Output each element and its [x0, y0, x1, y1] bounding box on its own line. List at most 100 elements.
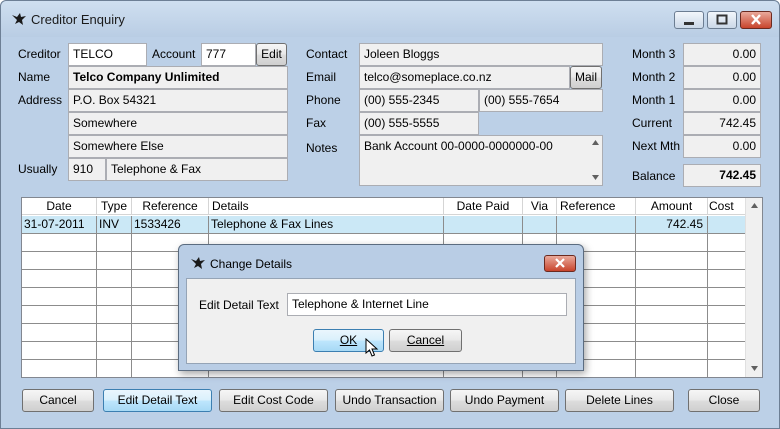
col-header-reference[interactable]: Reference	[132, 198, 209, 214]
scroll-up-icon[interactable]	[751, 203, 758, 208]
address-line-2: Somewhere	[68, 112, 288, 135]
edit-account-button[interactable]: Edit	[256, 43, 287, 66]
current-label: Current	[632, 116, 673, 130]
edit-cost-code-button[interactable]: Edit Cost Code	[219, 389, 328, 412]
empty-cell	[97, 360, 132, 377]
empty-cell	[22, 342, 97, 359]
close-icon	[751, 14, 761, 25]
empty-cell	[708, 288, 746, 305]
address-line-1: P.O. Box 54321	[68, 89, 288, 112]
contact-label: Contact	[306, 47, 348, 61]
notes-label: Notes	[306, 141, 338, 155]
mail-button[interactable]: Mail	[570, 66, 602, 89]
empty-cell	[97, 270, 132, 287]
col-header-via[interactable]: Via	[523, 198, 557, 214]
address-label: Address	[18, 93, 63, 107]
delete-lines-button[interactable]: Delete Lines	[565, 389, 674, 412]
empty-cell	[708, 360, 746, 377]
scroll-down-icon[interactable]	[751, 366, 758, 371]
empty-cell	[22, 234, 97, 251]
name-field: Telco Company Unlimited	[68, 66, 288, 89]
balance-value: 742.45	[683, 164, 761, 187]
empty-cell	[708, 270, 746, 287]
close-button[interactable]: Close	[688, 389, 760, 412]
minimize-icon	[684, 22, 694, 25]
grid-scrollbar[interactable]	[745, 198, 762, 377]
empty-cell	[708, 342, 746, 359]
undo-transaction-button[interactable]: Undo Transaction	[335, 389, 444, 412]
table-row[interactable]: 31-07-2011 INV 1533426 Telephone & Fax L…	[22, 216, 746, 234]
empty-cell	[636, 234, 708, 251]
close-icon	[555, 258, 565, 268]
dialog-cancel-button[interactable]: Cancel	[389, 329, 462, 352]
empty-cell	[708, 234, 746, 251]
close-window-button[interactable]	[740, 11, 772, 29]
minimize-button[interactable]	[674, 11, 704, 29]
empty-cell	[97, 324, 132, 341]
empty-cell	[97, 288, 132, 305]
cancel-button[interactable]: Cancel	[22, 389, 94, 412]
col-header-cost[interactable]: Cost	[708, 198, 746, 214]
usually-code-field: 910	[68, 158, 106, 181]
cell-type: INV	[97, 216, 132, 233]
empty-cell	[636, 306, 708, 323]
empty-cell	[22, 324, 97, 341]
empty-cell	[22, 360, 97, 377]
fax-label: Fax	[306, 116, 327, 130]
cell-amount: 742.45	[636, 216, 708, 233]
cell-reference: 1533426	[132, 216, 209, 233]
grid-header: Date Type Reference Details Date Paid Vi…	[22, 198, 746, 215]
empty-cell	[22, 288, 97, 305]
edit-detail-text-label: Edit Detail Text	[199, 298, 279, 312]
current-value: 742.45	[683, 112, 761, 135]
undo-payment-button[interactable]: Undo Payment	[450, 389, 559, 412]
fax-field: (00) 555-5555	[359, 112, 479, 135]
col-header-type[interactable]: Type	[97, 198, 132, 214]
cell-via	[523, 216, 557, 233]
month3-label: Month 3	[632, 47, 676, 61]
empty-cell	[636, 360, 708, 377]
month1-label: Month 1	[632, 93, 676, 107]
col-header-date-paid[interactable]: Date Paid	[444, 198, 523, 214]
col-header-amount[interactable]: Amount	[636, 198, 708, 214]
cell-details: Telephone & Fax Lines	[209, 216, 444, 233]
notes-field[interactable]: Bank Account 00-0000-0000000-00	[359, 135, 603, 186]
dialog-body: Edit Detail Text Telephone & Internet Li…	[186, 278, 576, 364]
dialog-close-button[interactable]	[544, 255, 576, 272]
phone-field-2: (00) 555-7654	[479, 89, 603, 112]
col-header-date[interactable]: Date	[22, 198, 97, 214]
mouse-cursor-icon	[365, 338, 379, 357]
edit-detail-text-button[interactable]: Edit Detail Text	[103, 389, 212, 412]
empty-cell	[97, 252, 132, 269]
scroll-up-icon[interactable]	[592, 140, 599, 145]
cell-date: 31-07-2011	[22, 216, 97, 233]
maximize-icon	[716, 14, 728, 25]
usually-text-field: Telephone & Fax	[106, 158, 288, 181]
email-field: telco@someplace.co.nz	[359, 66, 570, 89]
creditor-label: Creditor	[18, 47, 61, 61]
phone-field-1: (00) 555-2345	[359, 89, 479, 112]
notes-text: Bank Account 00-0000-0000000-00	[364, 139, 553, 153]
month1-value: 0.00	[683, 89, 761, 112]
title-bar: Creditor Enquiry	[1, 1, 779, 37]
creditor-code-field[interactable]: TELCO	[68, 43, 147, 66]
scroll-down-icon[interactable]	[592, 175, 599, 180]
empty-cell	[708, 252, 746, 269]
edit-detail-text-input[interactable]: Telephone & Internet Line	[287, 293, 567, 316]
email-label: Email	[306, 70, 337, 84]
account-field[interactable]: 777	[201, 43, 256, 66]
dialog-title: Change Details	[210, 257, 293, 271]
col-header-details[interactable]: Details	[209, 198, 444, 214]
empty-cell	[636, 324, 708, 341]
empty-cell	[22, 306, 97, 323]
window-title: Creditor Enquiry	[31, 12, 125, 27]
contact-field: Joleen Bloggs	[359, 43, 603, 66]
empty-cell	[22, 270, 97, 287]
empty-cell	[636, 270, 708, 287]
maximize-button[interactable]	[707, 11, 737, 29]
empty-cell	[97, 306, 132, 323]
account-label: Account	[152, 47, 196, 61]
nextmth-value: 0.00	[683, 135, 761, 158]
balance-label: Balance	[632, 169, 676, 183]
col-header-reference-2[interactable]: Reference	[557, 198, 636, 214]
